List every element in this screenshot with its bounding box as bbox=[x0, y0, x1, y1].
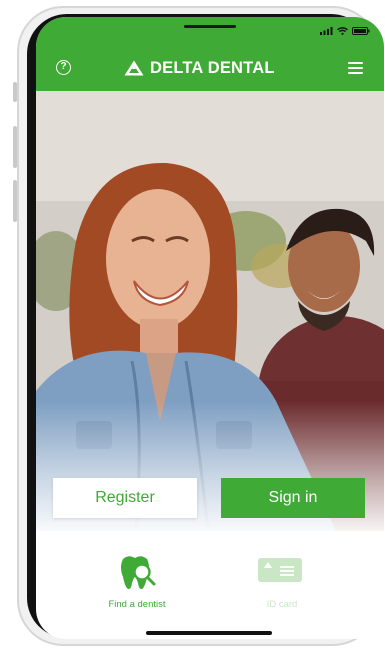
wifi-icon bbox=[337, 27, 348, 35]
help-icon[interactable]: ? bbox=[56, 60, 71, 75]
home-indicator bbox=[146, 631, 272, 635]
brand-logo: DELTA DENTAL bbox=[124, 58, 275, 78]
find-a-dentist-label: Find a dentist bbox=[108, 599, 166, 610]
id-card-icon bbox=[258, 558, 302, 582]
sign-in-button[interactable]: Sign in bbox=[221, 478, 365, 518]
register-button[interactable]: Register bbox=[53, 478, 197, 518]
signal-icon bbox=[320, 27, 333, 35]
app-screen: ? DELTA DENTAL Register Sign in Find a d… bbox=[36, 17, 384, 639]
app-header: ? DELTA DENTAL bbox=[36, 17, 384, 91]
status-bar bbox=[320, 27, 370, 35]
find-a-dentist-shortcut[interactable]: Find a dentist bbox=[82, 545, 192, 615]
app-screenshot: ? DELTA DENTAL Register Sign in Find a d… bbox=[0, 0, 385, 649]
speaker-notch bbox=[184, 25, 236, 28]
hero-photo bbox=[36, 91, 384, 531]
help-glyph: ? bbox=[60, 61, 67, 72]
id-card-label: ID card bbox=[266, 599, 298, 610]
delta-triangle-icon bbox=[124, 60, 144, 76]
battery-icon bbox=[352, 27, 370, 35]
hamburger-menu-icon[interactable] bbox=[348, 62, 363, 74]
brand-name: DELTA DENTAL bbox=[150, 59, 275, 77]
tooth-search-icon bbox=[121, 556, 156, 590]
id-card-shortcut[interactable]: ID card bbox=[227, 545, 337, 615]
